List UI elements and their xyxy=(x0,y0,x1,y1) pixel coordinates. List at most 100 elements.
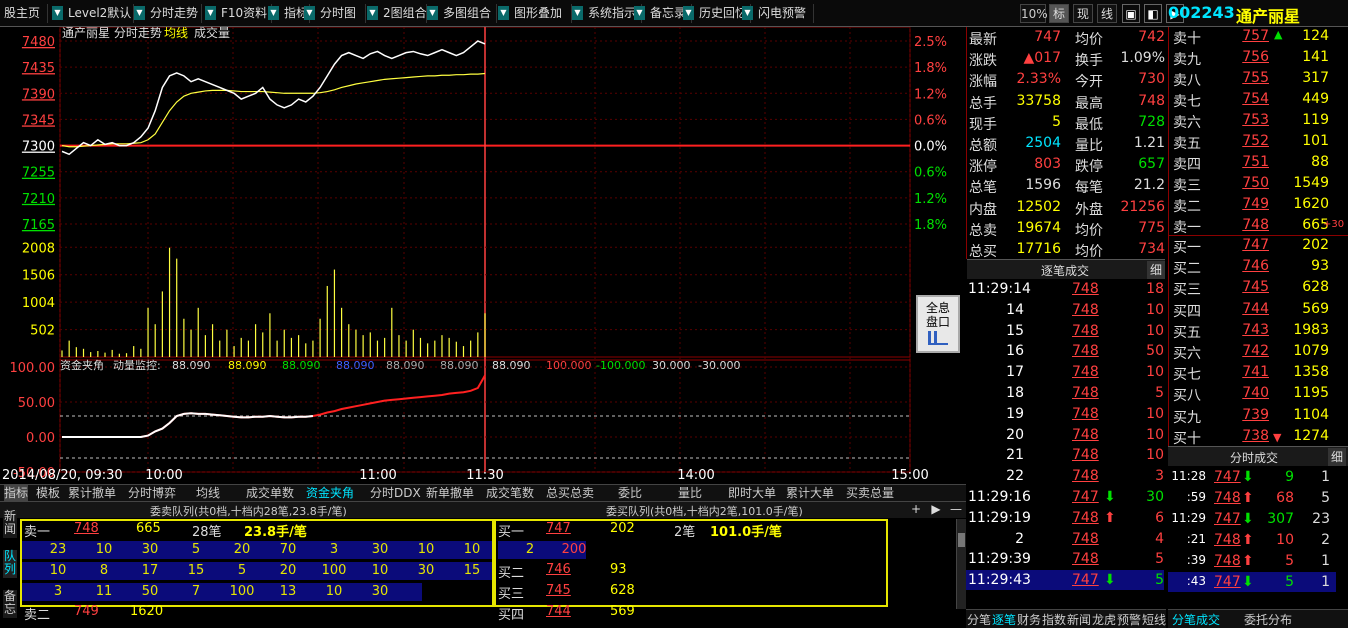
full-order-book-button[interactable]: 全息盘口 xyxy=(916,295,960,353)
toolbar-button-1[interactable]: Level2默认 xyxy=(64,4,134,23)
trades-tab-1[interactable]: 逐笔 xyxy=(992,612,1016,628)
ask-label: 卖四 xyxy=(1173,157,1201,173)
quote-value: 730 xyxy=(1138,71,1165,88)
down-arrow-icon: ▼ xyxy=(1273,431,1282,444)
quote-value: 775 xyxy=(1138,219,1165,236)
volume-label: 成交量 xyxy=(194,27,230,40)
queue-cell: 30 xyxy=(371,542,389,557)
trade-time: 11:29:39 xyxy=(968,551,1031,568)
trades-tab-0[interactable]: 分笔 xyxy=(967,612,991,628)
add-icon[interactable]: + xyxy=(908,502,924,516)
indicator-tab-4[interactable]: 均线 xyxy=(196,485,220,501)
indicator-tab-12[interactable]: 量比 xyxy=(678,485,702,501)
split-tab-1[interactable]: 委托分布 xyxy=(1244,612,1292,628)
toolbar-button-2[interactable]: 分时走势 xyxy=(146,4,202,23)
queue-cell: 70 xyxy=(279,542,297,557)
view-toggle-pct[interactable]: 10% xyxy=(1020,4,1048,23)
sell-queue-count: 28笔 xyxy=(192,525,222,540)
indicator-tab-14[interactable]: 累计大单 xyxy=(786,485,834,501)
trades-tab-7[interactable]: 短线 xyxy=(1142,612,1166,628)
trade-volume: 5 xyxy=(1155,572,1164,589)
bid-volume: 1195 xyxy=(1293,385,1329,402)
ask-volume: 449 xyxy=(1302,91,1329,107)
toolbar-button-3[interactable]: F10资料 xyxy=(217,4,272,23)
indicator-tab-1[interactable]: 模板 xyxy=(36,485,60,501)
indicator-tab-9[interactable]: 成交笔数 xyxy=(486,485,534,501)
trades-detail-button[interactable]: 细 xyxy=(1147,261,1165,279)
book-separator xyxy=(1169,235,1348,236)
trades-tab-2[interactable]: 财务 xyxy=(1017,612,1041,628)
indicator-tab-10[interactable]: 总买总卖 xyxy=(546,485,594,501)
scrollbar-thumb[interactable] xyxy=(958,533,965,547)
sell-queue-label: 卖一 xyxy=(24,525,51,540)
indicator-tab-2[interactable]: 累计撤单 xyxy=(68,485,116,501)
trade-price: 748 xyxy=(1072,530,1099,547)
indicator-tab-15[interactable]: 买卖总量 xyxy=(846,485,894,501)
trade-volume: 4 xyxy=(1155,530,1164,547)
toolbar-button-0[interactable]: 股主页 xyxy=(0,4,48,23)
queue-cell: 10 xyxy=(417,542,435,557)
trades-tab-3[interactable]: 指数 xyxy=(1042,612,1066,628)
layout-icon[interactable]: ◧ xyxy=(1144,4,1162,23)
queue-cell: 50 xyxy=(141,584,159,599)
quote-label: 跌停 xyxy=(1075,159,1103,176)
side-tab-1[interactable]: 队列 xyxy=(3,550,17,578)
trade-volume: 10 xyxy=(1146,364,1164,381)
indicator-tab-7[interactable]: 分时DDX xyxy=(370,485,421,501)
indicator-tab-5[interactable]: 成交单数 xyxy=(246,485,294,501)
buy-queue-title: 委买队列(共0档,十档内2笔,101.0手/笔) xyxy=(606,505,803,518)
view-toggle-line[interactable]: 线 xyxy=(1097,4,1117,23)
quote-label: 均价 xyxy=(1075,222,1103,239)
queue-cell: 3 xyxy=(329,542,339,557)
quote-value: 2.33% xyxy=(1016,71,1061,88)
indicator-tab-6[interactable]: 资金夹角 xyxy=(306,485,354,501)
split-price: 748 xyxy=(1214,532,1241,548)
quote-label: 涨幅 xyxy=(969,74,997,91)
minimize-icon[interactable]: — xyxy=(948,502,964,516)
trades-tab-4[interactable]: 新闻 xyxy=(1067,612,1091,628)
toolbar-button-8[interactable]: 图形叠加 xyxy=(510,4,572,23)
price-tick-label: 7210 xyxy=(22,192,55,207)
split-tab-0[interactable]: 分笔成交 xyxy=(1172,612,1220,628)
trade-price: 748 xyxy=(1072,385,1099,401)
toolbar-button-7[interactable]: 多图组合 xyxy=(439,4,497,23)
toolbar-button-6[interactable]: 2图组合 xyxy=(379,4,427,23)
trade-volume: 18 xyxy=(1146,281,1164,297)
trade-price: 748 xyxy=(1072,509,1099,526)
indicator-tab-11[interactable]: 委比 xyxy=(618,485,642,501)
volume-tick-label: 502 xyxy=(30,324,55,339)
bid-volume: 1104 xyxy=(1293,406,1329,423)
ask-label: 卖七 xyxy=(1173,94,1201,110)
bid-label: 买十 xyxy=(1173,430,1201,447)
view-toggle-now[interactable]: 现 xyxy=(1073,4,1093,23)
quote-value: 1.21 xyxy=(1133,135,1165,151)
bid-price: 738 xyxy=(1242,427,1269,444)
toolbar-button-5[interactable]: 分时图 xyxy=(316,4,366,23)
price-tick-label: 7390 xyxy=(22,87,55,102)
next-icon[interactable]: ▶ xyxy=(928,502,944,516)
window-icon[interactable]: ▣ xyxy=(1122,4,1140,23)
toolbar-button-12[interactable]: 闪电预警 xyxy=(754,4,814,23)
bid-volume: 1358 xyxy=(1293,364,1329,381)
trades-tab-6[interactable]: 预警 xyxy=(1117,612,1141,628)
indicator-tab-0[interactable]: 指标 xyxy=(4,485,29,501)
side-tab-0[interactable]: 新闻 xyxy=(3,510,17,538)
side-tab-2[interactable]: 备忘 xyxy=(3,590,17,618)
indicator-tab-3[interactable]: 分时博弈 xyxy=(128,485,176,501)
indicator-tab-13[interactable]: 即时大单 xyxy=(728,485,776,501)
time-tick-label: 2014/08/20, 09:30 xyxy=(2,468,123,483)
trades-tab-5[interactable]: 龙虎 xyxy=(1092,612,1116,628)
quote-label: 最低 xyxy=(1075,116,1103,133)
queue-scrollbar[interactable] xyxy=(956,519,966,609)
view-toggle-std[interactable]: 标 xyxy=(1049,4,1069,23)
buy-level-price: 745 xyxy=(546,583,571,598)
up-arrow-icon: ⬆ xyxy=(1242,553,1254,569)
split-detail-button[interactable]: 细 xyxy=(1328,448,1346,466)
split-volume: 9 xyxy=(1285,469,1294,485)
indicator-tab-8[interactable]: 新单撤单 xyxy=(426,485,474,501)
quote-label: 今开 xyxy=(1075,74,1103,91)
quote-value: 657 xyxy=(1138,156,1165,173)
bid-volume: 569 xyxy=(1302,300,1329,317)
split-price: 748 xyxy=(1214,490,1241,506)
split-title: 分时成交 xyxy=(1230,451,1279,465)
